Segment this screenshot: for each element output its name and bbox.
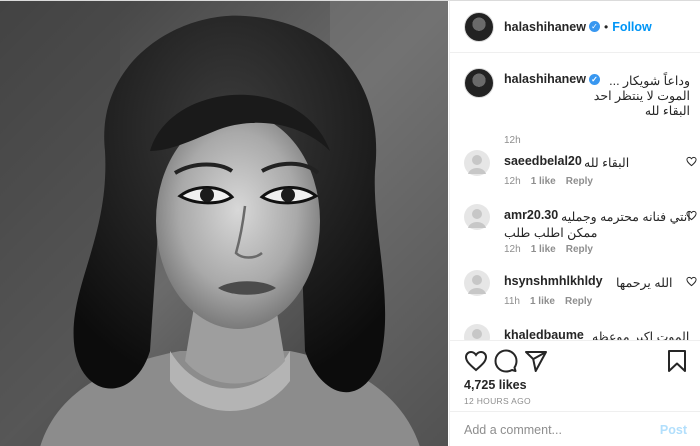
comment-username[interactable]: saeedbelal20: [504, 154, 582, 168]
portrait-image: [0, 1, 448, 446]
comment-time[interactable]: 12h: [504, 244, 521, 255]
instagram-post-view: halashihanew ✓ • Follow halashihanew ✓ ود…: [0, 0, 700, 446]
comment-meta: 12h 1 like Reply: [504, 244, 593, 255]
comment-text: البقاء لله: [584, 156, 630, 170]
comment-item: khaledbaume الموت اكبر موعظه: [464, 324, 694, 340]
likes-count[interactable]: 4,725 likes: [464, 378, 527, 392]
header-username[interactable]: halashihanew: [504, 20, 586, 34]
comment-text: انتي فنانه محترمه وجمليه: [561, 210, 691, 224]
comment-text-line2: ممكن اطلب طلب: [504, 226, 598, 240]
caption-avatar[interactable]: [464, 68, 494, 98]
action-icons: [464, 349, 689, 375]
avatar[interactable]: [464, 11, 494, 42]
comment-likes[interactable]: 1 like: [531, 176, 556, 187]
post-side-panel: halashihanew ✓ • Follow halashihanew ✓ ود…: [449, 1, 700, 446]
comment-item: amr20.30 انتي فنانه محترمه وجمليه ممكن ا…: [464, 204, 697, 255]
comment-time[interactable]: 12h: [504, 176, 521, 187]
like-comment-heart-icon[interactable]: [686, 276, 697, 287]
comment-avatar[interactable]: [464, 204, 490, 230]
caption-line: الموت لا ينتظر احد: [593, 89, 690, 103]
comment-avatar[interactable]: [464, 324, 490, 340]
reply-button[interactable]: Reply: [565, 296, 592, 307]
heart-icon[interactable]: [464, 349, 488, 373]
post-photo[interactable]: [0, 1, 448, 446]
comment-avatar[interactable]: [464, 150, 490, 176]
comment-text: الموت اكبر موعظه: [592, 330, 690, 340]
share-icon[interactable]: [524, 349, 548, 373]
default-avatar-icon: [472, 329, 482, 339]
post-timestamp[interactable]: 12 HOURS AGO: [464, 396, 531, 406]
comments-list[interactable]: halashihanew ✓ وداعاً شويكار ... الموت لا…: [450, 54, 700, 340]
comment-username[interactable]: amr20.30: [504, 208, 558, 222]
like-comment-heart-icon[interactable]: [686, 210, 697, 221]
separator-dot: •: [603, 19, 609, 34]
post-comment-button[interactable]: Post: [660, 423, 687, 437]
comment-likes[interactable]: 1 like: [531, 244, 556, 255]
comment-likes[interactable]: 1 like: [530, 296, 555, 307]
like-comment-heart-icon[interactable]: [686, 156, 697, 167]
caption-line: البقاء لله: [644, 104, 690, 118]
comment-username[interactable]: khaledbaume: [504, 328, 584, 340]
reply-button[interactable]: Reply: [566, 244, 593, 255]
default-avatar-icon: [468, 155, 486, 174]
default-avatar-icon: [468, 209, 486, 228]
comment-icon[interactable]: [494, 349, 518, 373]
post-header: halashihanew ✓ • Follow: [450, 1, 700, 53]
comment-item: hsynshmhlkhldy الله يرحمها 11h 1 like Re…: [464, 270, 697, 320]
comment-time[interactable]: 11h: [504, 296, 520, 307]
comment-meta: 12h 1 like Reply: [504, 176, 593, 187]
reply-button[interactable]: Reply: [566, 176, 593, 187]
default-avatar-icon: [468, 275, 486, 294]
follow-button[interactable]: Follow: [612, 20, 652, 34]
comment-composer: Post: [450, 411, 700, 446]
verified-badge-icon: ✓: [588, 21, 600, 32]
bookmark-icon[interactable]: [665, 349, 689, 373]
caption-text: وداعاً شويكار ... الموت لا ينتظر احد الب…: [504, 74, 690, 119]
add-comment-input[interactable]: [464, 422, 654, 437]
comment-avatar[interactable]: [464, 270, 490, 296]
comment-username[interactable]: hsynshmhlkhldy: [504, 274, 603, 288]
comment-meta: 11h 1 like Reply: [504, 296, 592, 307]
comment-item: saeedbelal20 البقاء لله 12h 1 like Reply: [464, 150, 697, 200]
caption-line: وداعاً شويكار ...: [609, 74, 690, 88]
comment-text: الله يرحمها: [616, 276, 673, 290]
caption-timestamp[interactable]: 12h: [504, 135, 521, 146]
